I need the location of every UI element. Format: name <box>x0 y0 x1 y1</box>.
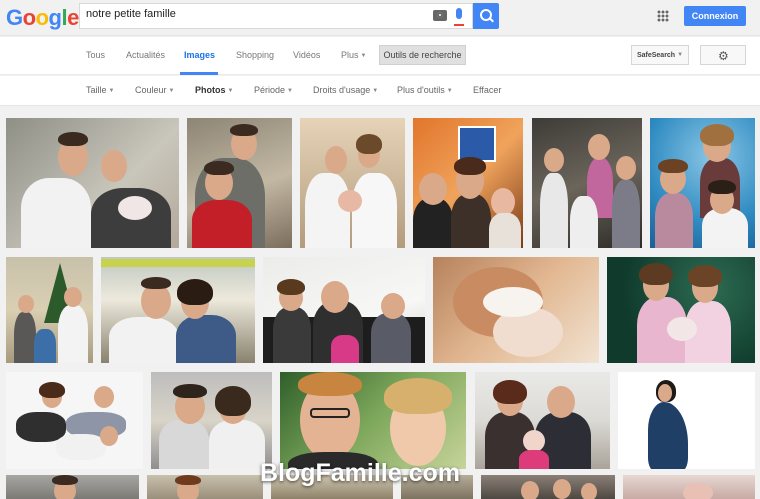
filter-label: Plus d'outils <box>397 85 445 95</box>
image-result[interactable] <box>481 475 615 499</box>
tab-actualites[interactable]: Actualités <box>126 50 165 60</box>
search-tools-button[interactable]: Outils de recherche <box>379 45 466 65</box>
caret-down-icon: ▼ <box>287 88 293 94</box>
search-box <box>79 3 473 29</box>
filter-periode[interactable]: Période ▼ <box>254 85 293 95</box>
filter-taille[interactable]: Taille ▼ <box>86 85 114 95</box>
connexion-button[interactable]: Connexion <box>684 6 746 26</box>
image-results-grid: BlogFamille.com <box>0 107 760 499</box>
tab-shopping[interactable]: Shopping <box>236 50 274 60</box>
image-result[interactable] <box>475 372 610 469</box>
caret-down-icon: ▼ <box>372 88 379 94</box>
tab-tous[interactable]: Tous <box>86 50 105 60</box>
caret-down-icon: ▼ <box>446 88 453 94</box>
caret-down-icon: ▼ <box>108 88 115 94</box>
camera-icon[interactable] <box>433 10 447 21</box>
image-result[interactable] <box>151 372 272 469</box>
filter-label: Photos <box>195 85 226 95</box>
settings-button[interactable]: ⚙ <box>700 45 746 65</box>
caret-down-icon: ▼ <box>360 53 367 59</box>
image-result[interactable] <box>6 118 179 248</box>
gear-icon: ⚙ <box>718 49 729 63</box>
search-type-nav: Tous Actualités Images Shopping Vidéos P… <box>0 37 760 75</box>
image-result[interactable] <box>6 372 143 469</box>
microphone-icon[interactable] <box>454 8 464 26</box>
tab-plus-label: Plus <box>341 50 359 60</box>
tab-videos[interactable]: Vidéos <box>293 50 320 60</box>
caret-down-icon: ▼ <box>677 51 684 58</box>
image-result[interactable] <box>618 372 755 469</box>
apps-grid-icon[interactable] <box>657 10 669 22</box>
filter-photos[interactable]: Photos ▼ <box>195 85 233 95</box>
caret-down-icon: ▼ <box>168 88 175 94</box>
image-result[interactable] <box>6 475 139 499</box>
filter-plus-outils[interactable]: Plus d'outils ▼ <box>397 85 453 95</box>
filter-droits-usage[interactable]: Droits d'usage ▼ <box>313 85 378 95</box>
image-result[interactable] <box>433 257 599 363</box>
google-logo[interactable]: Google <box>6 5 79 31</box>
top-bar: Google Connexion <box>0 0 760 36</box>
image-result[interactable] <box>413 118 523 248</box>
filter-label: Taille <box>86 85 107 95</box>
search-button[interactable] <box>473 3 499 29</box>
active-tab-underline <box>180 72 218 75</box>
watermark-text: BlogFamille.com <box>259 459 461 487</box>
image-result[interactable] <box>6 257 93 363</box>
filter-effacer[interactable]: Effacer <box>473 85 501 95</box>
safesearch-label: SafeSearch <box>636 51 676 59</box>
image-result[interactable] <box>300 118 405 248</box>
tab-images[interactable]: Images <box>184 50 215 60</box>
image-result[interactable] <box>607 257 755 363</box>
filter-label: Période <box>254 85 286 95</box>
image-result[interactable] <box>532 118 642 248</box>
image-result[interactable] <box>650 118 755 248</box>
filter-bar: Taille ▼ Couleur ▼ Photos ▼ Période ▼ Droits… <box>0 76 760 106</box>
tab-plus[interactable]: Plus ▼ <box>341 50 366 60</box>
image-result[interactable] <box>187 118 292 248</box>
filter-couleur[interactable]: Couleur ▼ <box>135 85 174 95</box>
image-result[interactable] <box>101 257 255 363</box>
filter-label: Couleur <box>135 85 167 95</box>
safesearch-button[interactable]: SafeSearch ▼ <box>631 45 689 65</box>
image-result[interactable] <box>280 372 466 469</box>
image-result[interactable] <box>623 475 755 499</box>
caret-down-icon: ▼ <box>227 88 234 94</box>
filter-label: Droits d'usage <box>313 85 371 95</box>
image-result[interactable] <box>263 257 425 363</box>
search-input[interactable] <box>86 8 416 20</box>
